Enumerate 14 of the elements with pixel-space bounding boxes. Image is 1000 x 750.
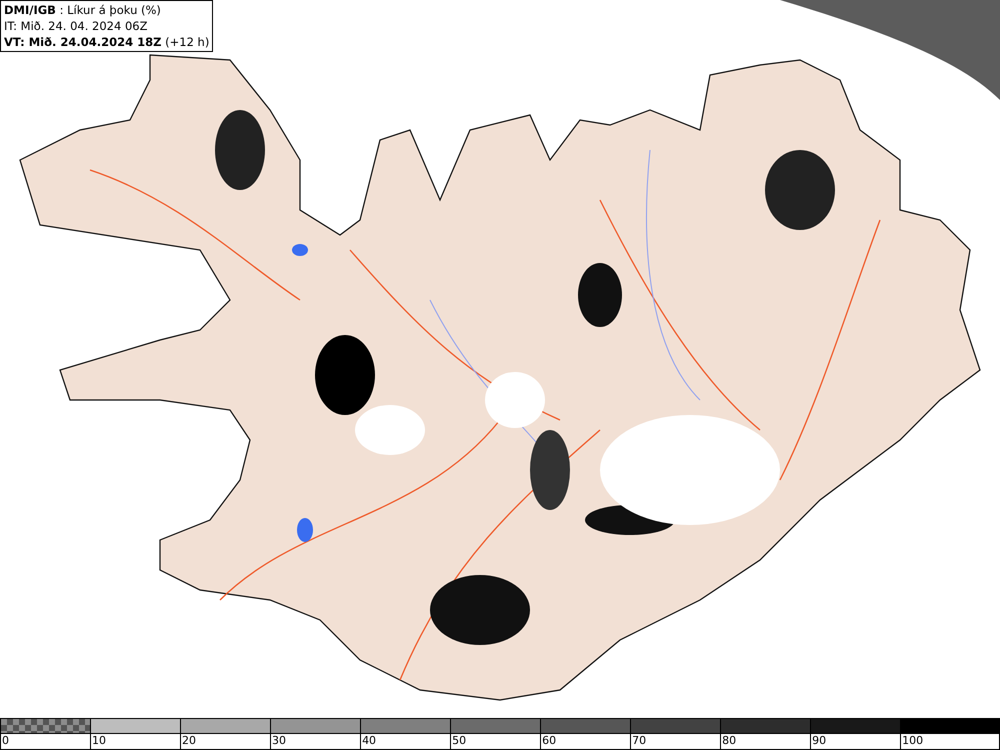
scale-label: 10 [91, 734, 106, 748]
legend-text: VT: Mið. 24.04.2024 18Z (+12 h) [4, 34, 210, 50]
scale-label: 40 [361, 734, 376, 748]
scale-label: 60 [541, 734, 556, 748]
scale-label: 70 [631, 734, 646, 748]
legend-text: IT: Mið. 24. 04. 2024 06Z [4, 18, 148, 34]
scale-label: 80 [721, 734, 736, 748]
scale-label: 100 [901, 734, 924, 748]
scale-label: 0 [1, 734, 9, 748]
legend-text: DMI/IGB : Líkur á þoku (%) [4, 2, 162, 18]
scale-label: 30 [271, 734, 286, 748]
scale-label: 90 [811, 734, 826, 748]
scale-label: 50 [451, 734, 466, 748]
scale-label: 20 [181, 734, 196, 748]
